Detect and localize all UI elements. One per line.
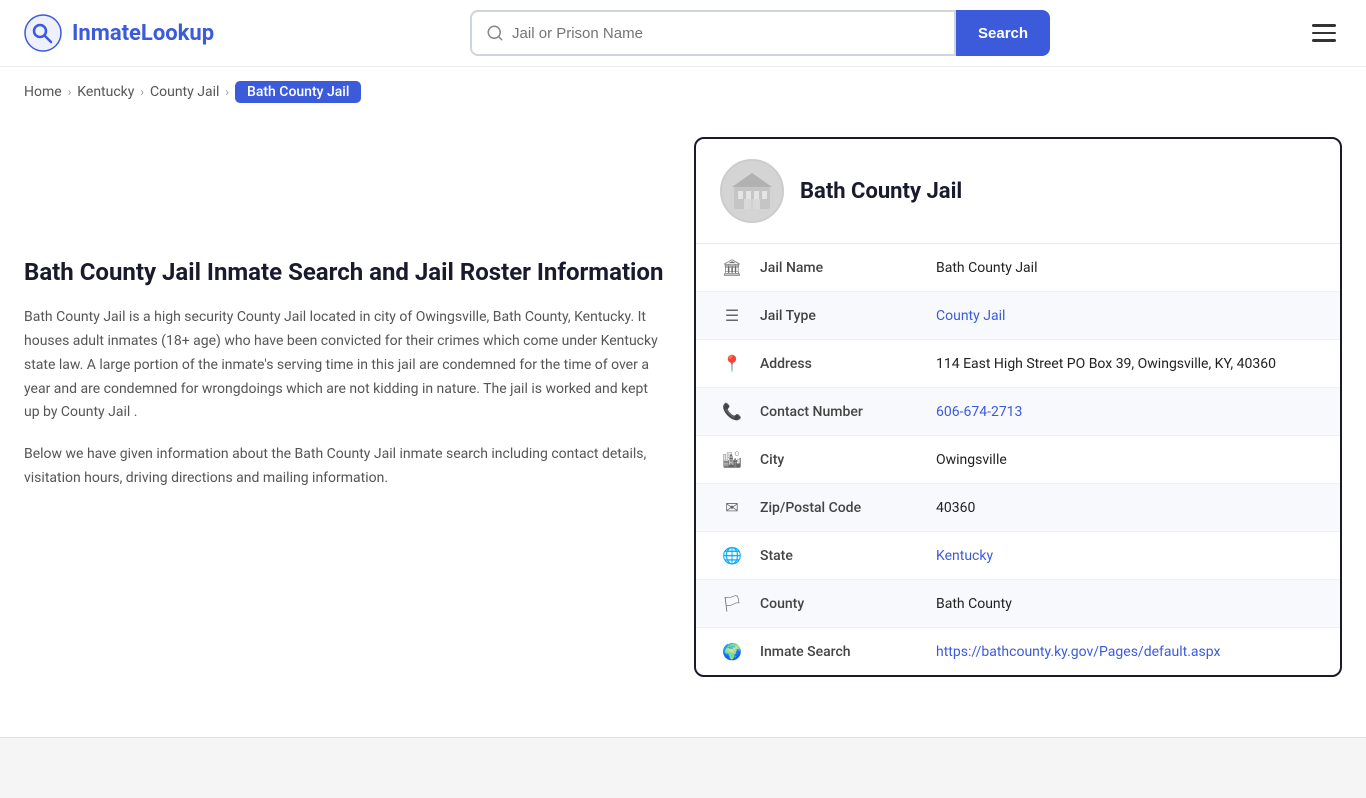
location-icon: 📍 [720,354,744,373]
breadcrumb-home[interactable]: Home [24,84,62,100]
value-address: 114 East High Street PO Box 39, Owingsvi… [936,356,1316,372]
label-inmate-search: Inmate Search [760,644,920,660]
breadcrumb-sep-2: › [140,85,144,99]
phone-link[interactable]: 606-674-2713 [936,404,1022,420]
hamburger-line-3 [1312,39,1336,42]
hamburger-line-2 [1312,32,1336,35]
inmate-search-link[interactable]: https://bathcounty.ky.gov/Pages/default.… [936,644,1220,660]
table-row: 📞 Contact Number 606-674-2713 [696,388,1340,436]
web-icon: 🌍 [720,642,744,661]
label-contact: Contact Number [760,404,920,420]
logo-icon [24,14,62,52]
search-area: Search [470,10,1050,56]
logo-text: InmateLookup [72,21,214,46]
label-address: Address [760,356,920,372]
info-table: 🏛 Jail Name Bath County Jail ☰ Jail Type… [696,244,1340,675]
main-content: Bath County Jail Inmate Search and Jail … [0,117,1366,717]
value-zip: 40360 [936,500,1316,516]
table-row: 🌐 State Kentucky [696,532,1340,580]
flag-icon: 🏳 [720,594,744,613]
left-column: Bath County Jail Inmate Search and Jail … [24,137,664,677]
value-jail-type[interactable]: County Jail [936,308,1316,324]
value-inmate-search[interactable]: https://bathcounty.ky.gov/Pages/default.… [936,644,1316,660]
breadcrumb-state[interactable]: Kentucky [77,84,134,100]
breadcrumb: Home › Kentucky › County Jail › Bath Cou… [0,67,1366,117]
state-link[interactable]: Kentucky [936,548,993,564]
label-state: State [760,548,920,564]
breadcrumb-sep-3: › [225,85,229,99]
table-row: 🏳 County Bath County [696,580,1340,628]
table-row: 🏛 Jail Name Bath County Jail [696,244,1340,292]
card-header: Bath County Jail [696,139,1340,244]
building-icon [730,169,774,213]
list-icon: ☰ [720,306,744,325]
page-description-2: Below we have given information about th… [24,443,664,491]
table-row: 🏙 City Owingsville [696,436,1340,484]
building-icon: 🏛 [720,258,744,277]
phone-icon: 📞 [720,402,744,421]
value-jail-name: Bath County Jail [936,260,1316,276]
mail-icon: ✉ [720,498,744,517]
logo: InmateLookup [24,14,214,52]
label-jail-type: Jail Type [760,308,920,324]
table-row: 🌍 Inmate Search https://bathcounty.ky.go… [696,628,1340,675]
breadcrumb-county-jail[interactable]: County Jail [150,84,219,100]
facility-image [720,159,784,223]
page-description-1: Bath County Jail is a high security Coun… [24,306,664,425]
table-row: ☰ Jail Type County Jail [696,292,1340,340]
label-zip: Zip/Postal Code [760,500,920,516]
facility-name: Bath County Jail [800,179,962,204]
breadcrumb-sep-1: › [68,85,72,99]
value-county: Bath County [936,596,1316,612]
jail-type-link[interactable]: County Jail [936,308,1005,324]
page-title: Bath County Jail Inmate Search and Jail … [24,257,664,288]
value-city: Owingsville [936,452,1316,468]
right-column: Bath County Jail 🏛 Jail Name Bath County… [694,137,1342,677]
globe-icon: 🌐 [720,546,744,565]
label-county: County [760,596,920,612]
menu-button[interactable] [1306,18,1342,48]
city-icon: 🏙 [720,450,744,469]
value-contact[interactable]: 606-674-2713 [936,404,1316,420]
label-city: City [760,452,920,468]
breadcrumb-active: Bath County Jail [235,81,361,103]
label-jail-name: Jail Name [760,260,920,276]
hamburger-line-1 [1312,24,1336,27]
search-input[interactable] [512,25,940,42]
value-state[interactable]: Kentucky [936,548,1316,564]
search-wrapper [470,10,956,56]
search-button[interactable]: Search [956,10,1050,56]
search-icon [486,24,504,42]
table-row: 📍 Address 114 East High Street PO Box 39… [696,340,1340,388]
info-card: Bath County Jail 🏛 Jail Name Bath County… [694,137,1342,677]
header: InmateLookup Search [0,0,1366,67]
table-row: ✉ Zip/Postal Code 40360 [696,484,1340,532]
